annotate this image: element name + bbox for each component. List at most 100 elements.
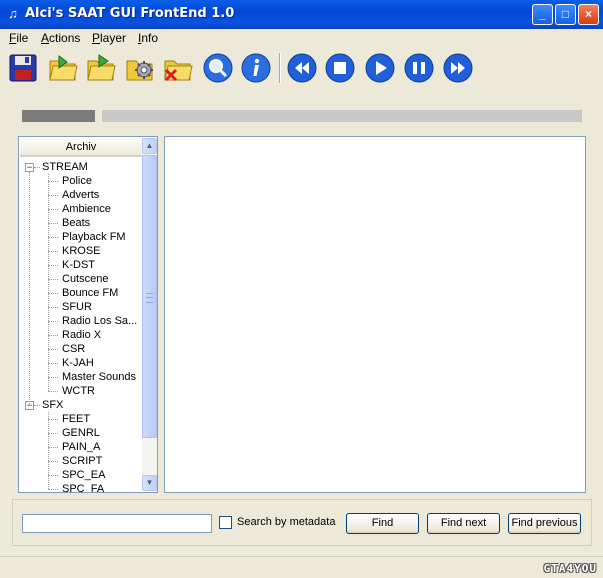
search-icon[interactable] xyxy=(202,52,234,84)
tree-connector xyxy=(48,321,58,322)
maximize-button[interactable]: □ xyxy=(555,4,576,25)
tree-connector xyxy=(48,489,58,490)
tree-connector xyxy=(34,167,40,168)
close-button[interactable]: × xyxy=(578,4,599,25)
tree-item[interactable]: Radio X xyxy=(62,328,140,342)
tree-connector xyxy=(48,237,58,238)
volume-bar[interactable] xyxy=(22,110,95,122)
window-title: Alci's SAAT GUI FrontEnd 1.0 xyxy=(25,6,235,21)
tree-body: − STREAM Police Adverts Ambience Beats Playbac… xyxy=(20,158,142,492)
tree-item[interactable]: Radio Los Sa... xyxy=(62,314,140,328)
search-by-metadata-checkbox[interactable] xyxy=(219,516,232,529)
tree-item[interactable]: CSR xyxy=(62,342,140,356)
save-icon[interactable] xyxy=(7,52,39,84)
search-input[interactable] xyxy=(22,514,212,533)
tree-item[interactable]: Cutscene xyxy=(62,272,140,286)
find-button[interactable]: Find xyxy=(346,513,419,534)
tree-group-sfx[interactable]: SFX xyxy=(42,398,63,412)
toolbar xyxy=(0,47,603,89)
delete-folder-icon[interactable] xyxy=(162,52,194,84)
fast-forward-icon[interactable] xyxy=(442,52,474,84)
tree-item[interactable]: PAIN_A xyxy=(62,440,140,454)
tree-item[interactable]: SPC_FA xyxy=(62,482,140,492)
tree-connector xyxy=(48,461,58,462)
tree-item[interactable]: SFUR xyxy=(62,300,140,314)
search-by-metadata-label[interactable]: Search by metadata xyxy=(237,516,335,528)
tree-item[interactable]: FEET xyxy=(62,412,140,426)
watermark: GTA4YOU xyxy=(543,562,597,575)
tree-item[interactable]: Adverts xyxy=(62,188,140,202)
tree-connector xyxy=(48,447,58,448)
tree-connector xyxy=(29,172,30,406)
open-folder-arrow-icon[interactable] xyxy=(85,52,117,84)
tree-connector xyxy=(48,223,58,224)
tree-item[interactable]: Ambience xyxy=(62,202,140,216)
tree-item[interactable]: Beats xyxy=(62,216,140,230)
menu-bar: File Actions Player Info xyxy=(0,29,603,47)
tree-connector xyxy=(48,335,58,336)
status-bar: GTA4YOU xyxy=(0,556,603,578)
tree-connector xyxy=(48,209,58,210)
menu-file-label: ile xyxy=(16,31,29,45)
tree-connector xyxy=(48,475,58,476)
file-list-panel[interactable] xyxy=(164,136,586,493)
archive-tree[interactable]: Archiv − STREAM Police Adverts Ambience Beats… xyxy=(18,136,158,493)
tree-item[interactable]: GENRL xyxy=(62,426,140,440)
find-next-button[interactable]: Find next xyxy=(427,513,500,534)
tree-item[interactable]: K-DST xyxy=(62,258,140,272)
tree-item[interactable]: WCTR xyxy=(62,384,140,398)
tree-item[interactable]: Playback FM xyxy=(62,230,140,244)
stop-icon[interactable] xyxy=(324,52,356,84)
tree-group-stream[interactable]: STREAM xyxy=(42,160,88,174)
tree-connector xyxy=(48,363,58,364)
menu-actions-label: ctions xyxy=(49,31,81,45)
tree-connector xyxy=(48,195,58,196)
tree-item[interactable]: Master Sounds xyxy=(62,370,140,384)
app-window: ♫ Alci's SAAT GUI FrontEnd 1.0 _ □ × Fil… xyxy=(0,0,603,578)
tree-connector xyxy=(48,279,58,280)
tree-connector xyxy=(48,307,58,308)
tree-item[interactable]: K-JAH xyxy=(62,356,140,370)
tree-item[interactable]: KROSE xyxy=(62,244,140,258)
menu-player-mnemonic: P xyxy=(92,31,101,45)
playback-progress[interactable] xyxy=(102,110,582,122)
tree-connector xyxy=(48,377,58,378)
tree-scrollbar[interactable]: ▲ ▼ xyxy=(142,138,157,491)
menu-actions[interactable]: Actions xyxy=(41,31,80,45)
app-icon: ♫ xyxy=(8,6,18,21)
tree-connector xyxy=(48,419,58,420)
tree-connector xyxy=(48,174,49,391)
scroll-grip-icon xyxy=(146,293,153,303)
menu-actions-mnemonic: A xyxy=(41,31,50,45)
info-icon[interactable] xyxy=(240,52,272,84)
open-folder-green-icon[interactable] xyxy=(47,52,79,84)
tree-item[interactable]: Police xyxy=(62,174,140,188)
find-previous-button[interactable]: Find previous xyxy=(508,513,581,534)
menu-player[interactable]: Player xyxy=(92,31,126,45)
tree-header-archiv[interactable]: Archiv xyxy=(20,138,142,157)
rewind-icon[interactable] xyxy=(286,52,318,84)
tree-connector xyxy=(48,349,58,350)
play-icon[interactable] xyxy=(364,52,396,84)
tree-item[interactable]: Bounce FM xyxy=(62,286,140,300)
title-bar[interactable]: ♫ Alci's SAAT GUI FrontEnd 1.0 _ □ × xyxy=(0,0,603,29)
tree-connector xyxy=(48,391,58,392)
scroll-up-arrow-icon[interactable]: ▲ xyxy=(142,138,157,154)
menu-file[interactable]: File xyxy=(9,31,28,45)
tree-connector xyxy=(48,181,58,182)
scroll-down-arrow-icon[interactable]: ▼ xyxy=(142,475,157,491)
tree-connector xyxy=(48,265,58,266)
tree-expander-icon[interactable]: − xyxy=(25,163,34,172)
tree-connector xyxy=(34,405,40,406)
menu-player-label: layer xyxy=(100,31,127,45)
settings-folder-icon[interactable] xyxy=(124,52,156,84)
menu-info[interactable]: Info xyxy=(138,31,158,45)
tree-connector xyxy=(48,433,58,434)
toolbar-separator xyxy=(279,53,281,83)
tree-item[interactable]: SPC_EA xyxy=(62,468,140,482)
menu-info-label: nfo xyxy=(141,31,159,45)
tree-item[interactable]: SCRIPT xyxy=(62,454,140,468)
scroll-thumb[interactable] xyxy=(142,155,157,438)
minimize-button[interactable]: _ xyxy=(532,4,553,25)
pause-icon[interactable] xyxy=(403,52,435,84)
